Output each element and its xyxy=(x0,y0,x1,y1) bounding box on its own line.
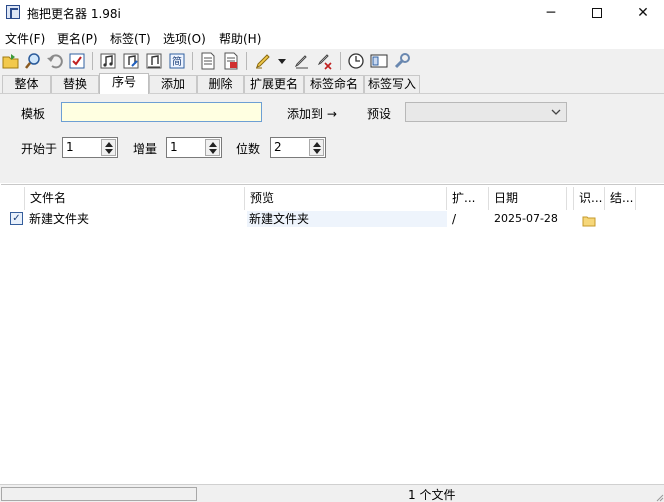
spin-up-icon[interactable] xyxy=(105,142,113,147)
template-label: 模板 xyxy=(21,107,46,121)
toolbar-separator xyxy=(246,52,247,70)
clock-icon[interactable] xyxy=(347,52,365,70)
column-date[interactable]: 日期 xyxy=(489,187,567,210)
toolbar-separator xyxy=(340,52,341,70)
menu-bar: 文件(F) 更名(P) 标签(T) 选项(O) 帮助(H) xyxy=(0,27,664,47)
menu-tags[interactable]: 标签(T) xyxy=(110,30,151,47)
toolbar: 简 xyxy=(0,49,664,73)
menu-help[interactable]: 帮助(H) xyxy=(219,30,261,47)
list-header: 文件名 预览 扩... 日期 识... 结... xyxy=(1,187,664,210)
tab-tag-writing[interactable]: 标签写入 xyxy=(364,75,420,94)
tab-replace[interactable]: 替换 xyxy=(51,75,99,94)
spin-down-icon[interactable] xyxy=(209,149,217,154)
template-input[interactable] xyxy=(61,102,262,122)
step-spin-buttons[interactable] xyxy=(205,139,220,156)
music-tag-edit-icon[interactable] xyxy=(122,52,140,70)
preview-window-icon[interactable] xyxy=(370,52,388,70)
pen-icon[interactable] xyxy=(293,52,311,70)
app-logo-icon xyxy=(6,5,20,19)
pen-delete-icon[interactable] xyxy=(316,52,334,70)
row-date: 2025-07-28 xyxy=(494,212,558,225)
document-edit-icon[interactable] xyxy=(222,52,240,70)
music-tag-list-icon[interactable] xyxy=(145,52,163,70)
step-value: 1 xyxy=(170,140,178,154)
search-icon[interactable] xyxy=(24,52,42,70)
maximize-button[interactable] xyxy=(574,0,620,26)
close-button[interactable]: ✕ xyxy=(620,0,664,26)
column-checkbox[interactable] xyxy=(1,187,25,210)
digits-stepper[interactable]: 2 xyxy=(270,137,326,158)
status-bar: 1 个文件 xyxy=(0,484,664,502)
highlighter-icon[interactable] xyxy=(254,52,272,70)
step-stepper[interactable]: 1 xyxy=(166,137,222,158)
add-to-label[interactable]: 添加到 → xyxy=(287,105,337,122)
digits-label: 位数 xyxy=(236,142,261,156)
digits-value: 2 xyxy=(274,140,282,154)
tab-tag-naming[interactable]: 标签命名 xyxy=(304,75,364,94)
row-checkbox[interactable]: ✓ xyxy=(10,212,23,225)
row-filename: 新建文件夹 xyxy=(29,212,90,226)
check-icon[interactable] xyxy=(68,52,86,70)
table-row[interactable]: ✓ 新建文件夹 新建文件夹 / 2025-07-28 xyxy=(1,211,664,227)
simplified-icon[interactable]: 简 xyxy=(168,52,186,70)
column-filename[interactable]: 文件名 xyxy=(25,187,245,210)
document-icon[interactable] xyxy=(199,52,217,70)
tab-overall[interactable]: 整体 xyxy=(2,75,51,94)
toolbar-separator xyxy=(92,52,93,70)
svg-text:简: 简 xyxy=(172,55,182,68)
column-extension[interactable]: 扩... xyxy=(447,187,489,210)
tab-add[interactable]: 添加 xyxy=(149,75,197,94)
tab-extended-rename[interactable]: 扩展更名 xyxy=(244,75,304,94)
column-result[interactable]: 结... xyxy=(605,187,636,210)
title-bar: 拖把更名器 1.98i ─ ✕ xyxy=(0,0,664,26)
folder-icon xyxy=(582,216,596,227)
music-tag-icon[interactable] xyxy=(99,52,117,70)
menu-file[interactable]: 文件(F) xyxy=(5,30,45,47)
wrench-icon[interactable] xyxy=(393,52,411,70)
tab-delete[interactable]: 删除 xyxy=(197,75,244,94)
menu-rename[interactable]: 更名(P) xyxy=(57,30,98,47)
maximize-icon xyxy=(592,8,602,18)
menu-options[interactable]: 选项(O) xyxy=(163,30,206,47)
file-count-status: 1 个文件 xyxy=(408,488,456,502)
tab-sequence[interactable]: 序号 xyxy=(99,73,149,94)
chevron-down-icon xyxy=(551,109,561,115)
spin-up-icon[interactable] xyxy=(209,142,217,147)
column-id[interactable]: 识... xyxy=(574,187,605,210)
status-progress-box xyxy=(1,487,197,501)
undo-icon[interactable] xyxy=(46,52,64,70)
preset-label: 预设 xyxy=(367,107,392,121)
row-extension: / xyxy=(452,212,457,226)
digits-spin-buttons[interactable] xyxy=(309,139,324,156)
file-list[interactable]: 文件名 预览 扩... 日期 识... 结... ✓ 新建文件夹 新建文件夹 /… xyxy=(1,184,664,483)
start-spin-buttons[interactable] xyxy=(101,139,116,156)
step-label: 增量 xyxy=(133,142,158,156)
sequence-panel: 模板 添加到 → 预设 开始于 1 增量 1 位数 2 xyxy=(0,93,664,183)
dropdown-icon[interactable] xyxy=(276,52,288,70)
row-preview: 新建文件夹 xyxy=(247,211,447,227)
minimize-button[interactable]: ─ xyxy=(528,0,574,26)
start-value: 1 xyxy=(66,140,74,154)
preset-select[interactable] xyxy=(405,102,567,122)
open-folder-icon[interactable] xyxy=(2,52,20,70)
resize-grip-icon[interactable] xyxy=(654,492,664,502)
column-preview[interactable]: 预览 xyxy=(245,187,447,210)
toolbar-separator xyxy=(192,52,193,70)
column-spacer xyxy=(567,187,574,210)
window-title: 拖把更名器 1.98i xyxy=(27,7,121,21)
tab-bar: 整体 替换 序号 添加 删除 扩展更名 标签命名 标签写入 xyxy=(0,73,664,94)
spin-down-icon[interactable] xyxy=(313,149,321,154)
start-stepper[interactable]: 1 xyxy=(62,137,118,158)
start-label: 开始于 xyxy=(21,142,58,156)
spin-down-icon[interactable] xyxy=(105,149,113,154)
spin-up-icon[interactable] xyxy=(313,142,321,147)
